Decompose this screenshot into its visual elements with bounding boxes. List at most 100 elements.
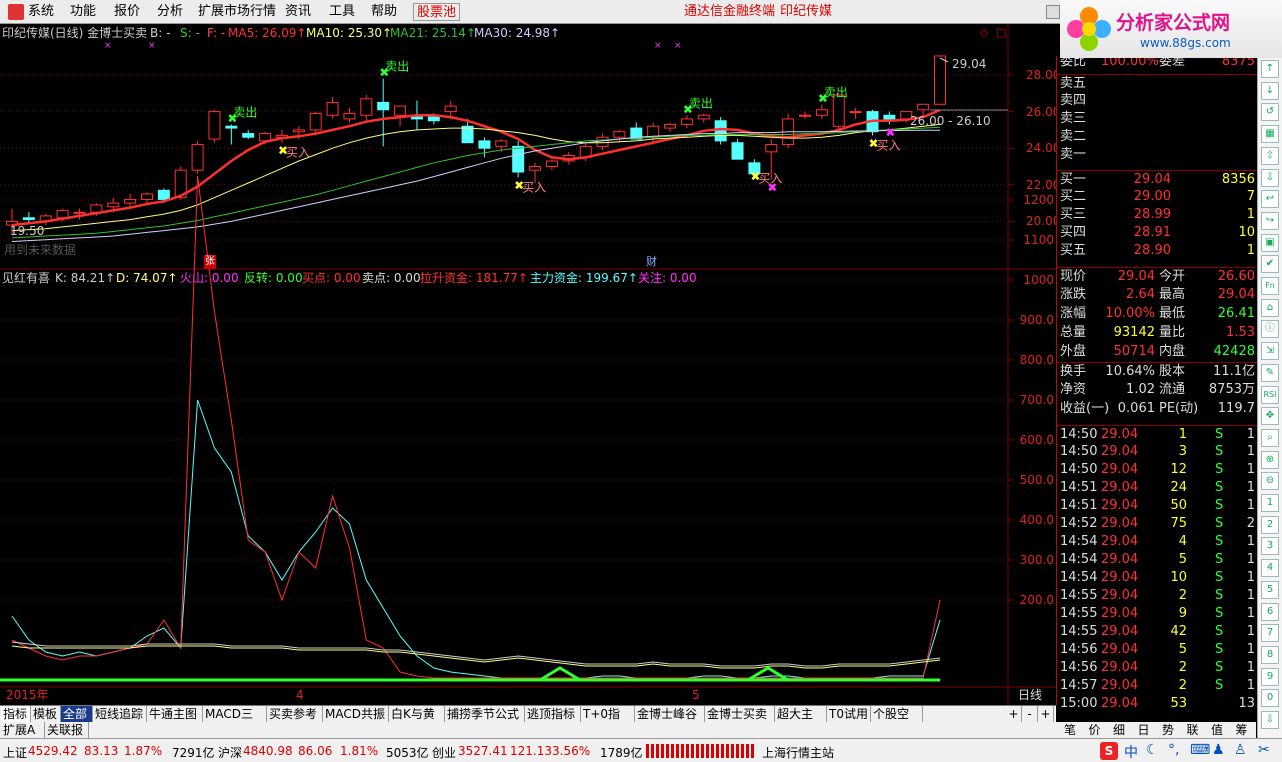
tick-row[interactable]: 14:50 29.04 3 S 1 xyxy=(1057,443,1257,461)
menu-system[interactable]: 系统 xyxy=(28,3,54,21)
right-panel-tab[interactable]: 细 xyxy=(1113,722,1125,738)
period-0-icon[interactable]: 0 xyxy=(1261,689,1279,708)
home-icon[interactable]: ⌂ xyxy=(1261,298,1279,317)
period-1-icon[interactable]: 1 xyxy=(1261,494,1279,512)
info-icon[interactable]: ⓘ xyxy=(1261,320,1279,339)
candle-body[interactable] xyxy=(191,144,204,171)
up-arrow-icon[interactable]: ↑ xyxy=(1261,60,1279,78)
zoom-out-icon[interactable]: ⊖ xyxy=(1261,472,1279,491)
back-icon[interactable]: ↩ xyxy=(1261,190,1279,209)
period-6-icon[interactable]: 6 xyxy=(1261,602,1279,621)
quote-row[interactable]: 总量 93142 量比 1.53 xyxy=(1057,324,1257,342)
candle-body[interactable] xyxy=(512,145,525,173)
menu-tools[interactable]: 工具 xyxy=(329,3,355,21)
indicator-tab[interactable]: 买卖参考 xyxy=(267,706,323,723)
candle-body[interactable] xyxy=(90,204,103,213)
period-2-icon[interactable]: 2 xyxy=(1261,515,1279,534)
draw-icon[interactable]: ✎ xyxy=(1261,363,1279,382)
ask-row[interactable]: 卖二 xyxy=(1057,128,1257,146)
tick-row[interactable]: 14:55 29.04 2 S 1 xyxy=(1057,587,1257,605)
down-arrow-icon[interactable]: ↓ xyxy=(1261,81,1279,100)
indicator-tab[interactable]: 捕捞季节公式 xyxy=(445,706,525,723)
right-panel-tab[interactable]: 价 xyxy=(1089,722,1101,738)
tick-row[interactable]: 14:55 29.04 42 S 1 xyxy=(1057,623,1257,641)
candle-body[interactable] xyxy=(613,131,626,138)
forward-icon[interactable]: ↪ xyxy=(1261,211,1279,230)
menu-quote[interactable]: 报价 xyxy=(114,3,140,21)
indicator-tab[interactable]: MACD共振30 xyxy=(323,706,389,738)
tick-row[interactable]: 14:50 29.04 12 S 1 xyxy=(1057,461,1257,479)
grid-icon[interactable]: ▦ xyxy=(1261,125,1279,144)
candle-body[interactable] xyxy=(832,94,845,127)
candle-body[interactable] xyxy=(883,114,896,120)
candle-body[interactable] xyxy=(427,116,440,122)
tick-row[interactable]: 14:55 29.04 9 S 1 xyxy=(1057,605,1257,623)
window-icon[interactable] xyxy=(1046,5,1060,19)
indicator-tab[interactable]: 金博士峰谷 xyxy=(635,706,705,723)
tick-row[interactable]: 14:57 29.04 2 S 1 xyxy=(1057,677,1257,695)
scroll-down-icon[interactable]: ⇩ xyxy=(1261,168,1279,187)
chart-area[interactable]: 1200 1100 1000 900.0 800.0 700.0 600.0 500.0 400… xyxy=(0,24,1056,705)
tick-row[interactable]: 14:54 29.04 4 S 1 xyxy=(1057,533,1257,551)
menu-analysis[interactable]: 分析 xyxy=(157,3,183,21)
candle-body[interactable] xyxy=(360,98,373,116)
indicator-tab[interactable]: 金博士买卖 xyxy=(705,706,775,723)
candle-body[interactable] xyxy=(309,112,322,131)
diamond-icon[interactable]: ◇ xyxy=(980,26,988,40)
quote-row[interactable]: 涨幅 10.00% 最低 26.41 xyxy=(1057,305,1257,323)
tick-row[interactable]: 14:51 29.04 50 S 1 xyxy=(1057,497,1257,515)
menu-ext-market[interactable]: 扩展市场行情 xyxy=(198,3,276,21)
right-panel-tab[interactable]: 笔 xyxy=(1064,722,1076,738)
user-icon[interactable]: ♟ xyxy=(1212,742,1225,758)
ime-mode[interactable]: 中 xyxy=(1124,742,1138,762)
indicator-tab[interactable]: 模板 xyxy=(31,706,61,723)
tick-row[interactable]: 14:50 29.04 1 S 1 xyxy=(1057,425,1257,443)
tick-row[interactable]: 14:56 29.04 2 S 1 xyxy=(1057,659,1257,677)
tick-row[interactable]: 14:52 29.04 75 S 2 xyxy=(1057,515,1257,533)
candle-body[interactable] xyxy=(799,114,812,117)
indicator-tab[interactable]: T0试用 xyxy=(827,706,871,723)
candle-body[interactable] xyxy=(545,160,558,167)
layout-icon[interactable]: ▣ xyxy=(1261,233,1279,252)
period-9-icon[interactable]: 9 xyxy=(1261,667,1279,686)
candle-body[interactable] xyxy=(849,111,862,114)
candle-body[interactable] xyxy=(225,125,238,129)
indicator-tab[interactable]: 超大主力 xyxy=(775,706,827,738)
moon-icon[interactable]: ☾ xyxy=(1146,742,1159,758)
tick-row[interactable]: 14:54 29.04 10 S 1 xyxy=(1057,569,1257,587)
quote-row[interactable]: 涨跌 2.64 最高 29.04 xyxy=(1057,286,1257,304)
tick-row[interactable]: 14:51 29.04 24 S 1 xyxy=(1057,479,1257,497)
cai-marker[interactable]: 财 xyxy=(646,255,657,269)
candle-body[interactable] xyxy=(917,103,930,111)
candle-body[interactable] xyxy=(326,101,339,116)
candle-body[interactable] xyxy=(56,209,69,219)
ask-row[interactable]: 卖四 xyxy=(1057,92,1257,110)
candle-body[interactable] xyxy=(664,123,677,129)
ask-row[interactable]: 卖一 xyxy=(1057,146,1257,164)
bid-row[interactable]: 买一 29.04 8356 xyxy=(1057,170,1257,188)
candle-body[interactable] xyxy=(529,166,542,171)
bid-row[interactable]: 买二 29.00 7 xyxy=(1057,188,1257,206)
check-icon[interactable]: ✔ xyxy=(1261,255,1279,274)
ask-row[interactable]: 卖五 xyxy=(1057,74,1257,92)
candle-body[interactable] xyxy=(765,144,778,153)
candle-body[interactable] xyxy=(242,133,255,138)
refresh-icon[interactable]: ↺ xyxy=(1261,103,1279,122)
right-panel-tab[interactable]: 日 xyxy=(1138,722,1150,738)
candle-body[interactable] xyxy=(140,193,153,200)
zhang-marker[interactable]: 张 xyxy=(204,255,216,269)
station-label[interactable]: 上海行情主站 xyxy=(762,744,834,761)
candle-body[interactable] xyxy=(934,55,946,105)
sogou-icon[interactable]: S xyxy=(1100,742,1118,760)
quote-row[interactable]: 外盘 50714 内盘 42428 xyxy=(1057,343,1257,361)
tab-scroll-button[interactable]: - xyxy=(1022,706,1038,723)
right-panel-tab[interactable]: 联 xyxy=(1187,722,1199,738)
function-icon[interactable]: Fn xyxy=(1261,277,1279,295)
candle-body[interactable] xyxy=(697,114,710,120)
right-panel-tab[interactable]: 值 xyxy=(1211,722,1223,738)
quote-row[interactable]: 现价 29.04 今开 26.60 xyxy=(1057,267,1257,285)
candle-body[interactable] xyxy=(478,140,491,149)
scroll-up-icon[interactable]: ⇧ xyxy=(1261,146,1279,165)
quote-row[interactable]: 换手 10.64% 股本 11.1亿 xyxy=(1057,362,1257,380)
indicator-tab[interactable]: 全部 xyxy=(61,706,93,723)
